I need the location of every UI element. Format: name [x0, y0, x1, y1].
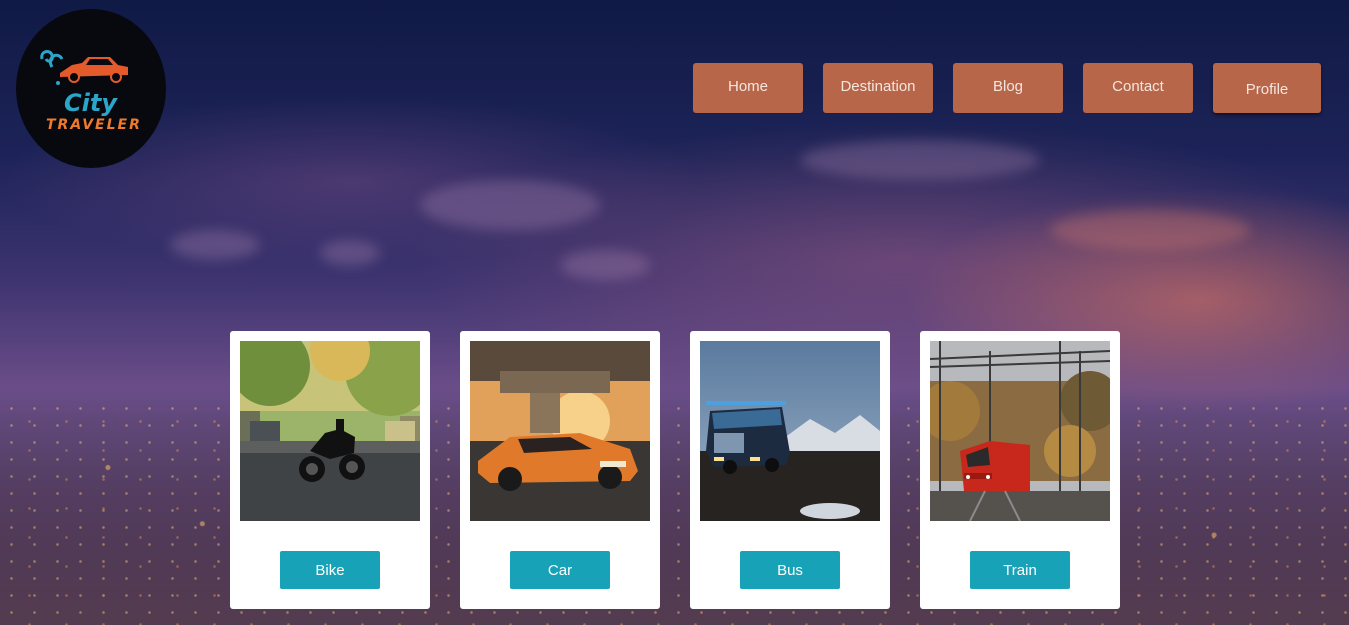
train-button[interactable]: Train [970, 551, 1070, 589]
vehicle-card-car[interactable]: Car [460, 331, 660, 609]
nav-destination-button[interactable]: Destination [823, 63, 933, 113]
bike-button[interactable]: Bike [280, 551, 380, 589]
nav-blog-button[interactable]: Blog [953, 63, 1063, 113]
nav-home-button[interactable]: Home [693, 63, 803, 113]
nav-profile-button[interactable]: Profile [1213, 63, 1321, 113]
cloud [420, 180, 600, 230]
car-logo-icon [40, 50, 128, 85]
logo-text-city: City [64, 89, 117, 117]
logo[interactable]: City TRAVELER [16, 9, 166, 168]
vehicle-card-bike[interactable]: Bike [230, 331, 430, 609]
car-button[interactable]: Car [510, 551, 610, 589]
city-lights [0, 400, 1349, 625]
cloud [560, 250, 650, 280]
cloud [170, 230, 260, 260]
orange-car-photo[interactable] [470, 341, 650, 521]
cloud [800, 140, 1040, 180]
logo-text-traveler: TRAVELER [46, 117, 142, 133]
vehicle-card-train[interactable]: Train [920, 331, 1120, 609]
cloud [1050, 210, 1250, 250]
cloud [320, 240, 380, 266]
bus-button[interactable]: Bus [740, 551, 840, 589]
bus-photo[interactable] [700, 341, 880, 521]
vehicle-card-bus[interactable]: Bus [690, 331, 890, 609]
red-train-photo[interactable] [930, 341, 1110, 521]
page-background: City TRAVELER Home Destination Blog Cont… [0, 0, 1349, 625]
nav-contact-button[interactable]: Contact [1083, 63, 1193, 113]
motorcycle-photo[interactable] [240, 341, 420, 521]
